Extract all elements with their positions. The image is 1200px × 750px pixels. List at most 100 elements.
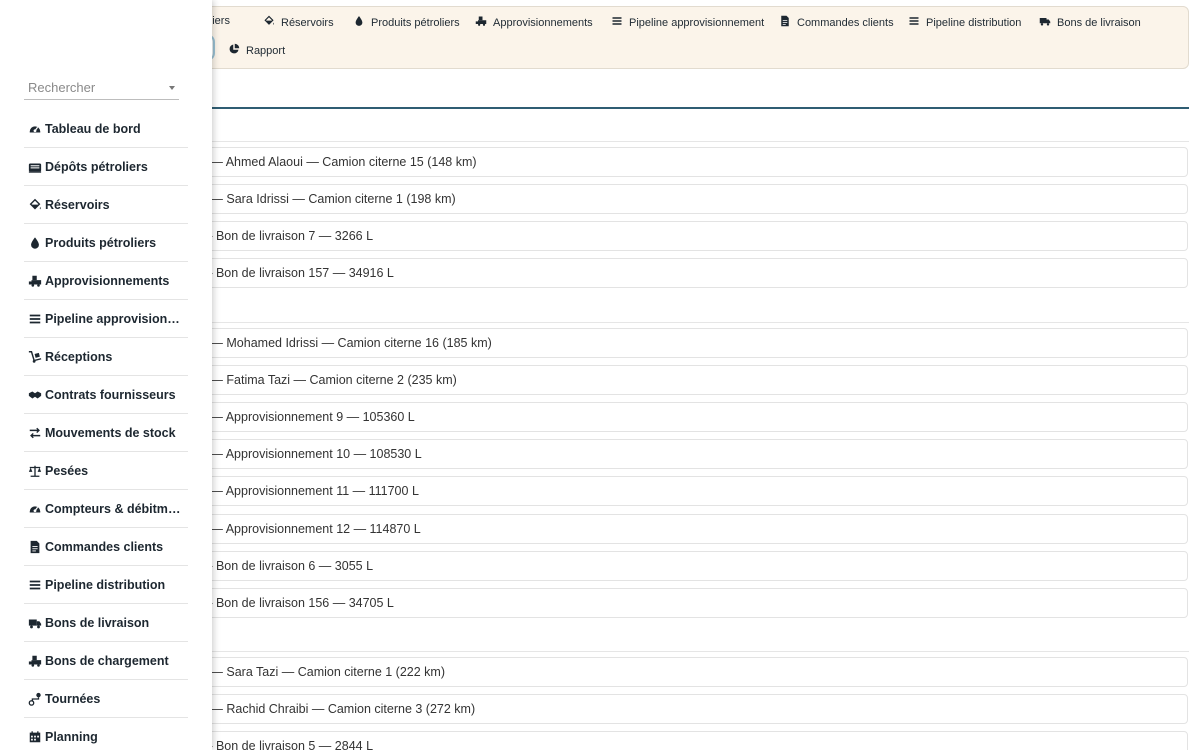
sidebar-item-1[interactable]: Dépôts pétroliers — [24, 148, 188, 186]
list-item[interactable]: 7 — Sara Tazi — Camion citerne 1 (222 km… — [150, 657, 1188, 687]
sidebar-item-label: Compteurs & débitmètres — [45, 501, 183, 516]
fuel-station-icon — [28, 160, 42, 174]
list-item-label: — Bon de livraison 6 — 3055 L — [200, 559, 374, 573]
section-title-underline — [150, 107, 1189, 109]
sidebar-item-label: Réservoirs — [45, 197, 110, 212]
bars-icon — [908, 15, 920, 30]
group-divider — [150, 322, 1189, 323]
nav-item-label: Pipeline distribution — [926, 16, 1022, 29]
sidebar-item-6[interactable]: Réceptions — [24, 338, 188, 376]
gauge-icon — [28, 502, 42, 516]
nav-item-label: Approvisionnements — [493, 16, 593, 29]
list-item[interactable]: — Bon de livraison 7 — 3266 L — [150, 221, 1188, 251]
list-item-label: 5 — Sara Idrissi — Camion citerne 1 (198… — [200, 192, 456, 206]
list-item[interactable]: — Bon de livraison 6 — 3055 L — [150, 551, 1188, 581]
list-item-label: 1 — Approvisionnement 11 — 111700 L — [200, 484, 419, 498]
handshake-icon — [28, 388, 42, 402]
sidebar-item-11[interactable]: Commandes clients — [24, 528, 188, 566]
list-item-label: 2 — Approvisionnement 12 — 114870 L — [200, 522, 421, 536]
list-item-label: 9 — Approvisionnement 9 — 105360 L — [200, 410, 415, 424]
nav-item-6[interactable]: Pipeline distribution — [908, 15, 1021, 30]
list-item[interactable]: — Bon de livraison 157 — 34916 L — [150, 258, 1188, 288]
list-item[interactable]: 6 — Fatima Tazi — Camion citerne 2 (235 … — [150, 365, 1188, 395]
truck-icon — [28, 616, 42, 630]
list-item-label: — Bon de livraison 5 — 2844 L — [200, 739, 374, 750]
sidebar-item-15[interactable]: Tournées — [24, 680, 188, 718]
truck-icon — [1039, 15, 1051, 30]
sidebar-item-4[interactable]: Approvisionnements — [24, 262, 188, 300]
nav-item-3[interactable]: Approvisionnements — [475, 15, 593, 30]
sidebar-item-label: Planning — [45, 729, 98, 744]
list-item[interactable]: 1 — Approvisionnement 11 — 111700 L — [150, 476, 1188, 506]
sidebar-item-label: Pipeline approvisionnement — [45, 311, 183, 326]
list-item[interactable]: 7 — Rachid Chraibi — Camion citerne 3 (2… — [150, 694, 1188, 724]
list-item[interactable]: 5 — Ahmed Alaoui — Camion citerne 15 (14… — [150, 147, 1188, 177]
drop-icon — [353, 15, 365, 30]
document-icon — [779, 15, 791, 30]
list-item-label: 0 — Approvisionnement 10 — 108530 L — [200, 447, 422, 461]
sidebar-item-8[interactable]: Mouvements de stock — [24, 414, 188, 452]
nav-item-2[interactable]: Produits pétroliers — [353, 15, 460, 30]
sidebar-item-0[interactable]: Tableau de bord — [24, 110, 188, 148]
sidebar-item-label: Pesées — [45, 463, 89, 478]
list-item[interactable]: 6 — Mohamed Idrissi — Camion citerne 16 … — [150, 328, 1188, 358]
list-item[interactable]: 2 — Approvisionnement 12 — 114870 L — [150, 514, 1188, 544]
nav-item-1[interactable]: Réservoirs — [263, 15, 334, 30]
nav-item-label: Produits pétroliers — [371, 16, 460, 29]
list-item[interactable]: — Bon de livraison 5 — 2844 L — [150, 731, 1188, 750]
nav-item-4[interactable]: Pipeline approvisionnement — [611, 15, 764, 30]
list-item[interactable]: 5 — Sara Idrissi — Camion citerne 1 (198… — [150, 184, 1188, 214]
sidebar-item-label: Tableau de bord — [45, 121, 141, 136]
nav-item-0[interactable]: Rapport — [228, 43, 285, 58]
sidebar-item-label: Mouvements de stock — [45, 425, 176, 440]
sidebar-item-3[interactable]: Produits pétroliers — [24, 224, 188, 262]
sidebar-item-label: Produits pétroliers — [45, 235, 157, 250]
truck-loading-icon — [28, 654, 42, 668]
nav-item-7[interactable]: Bons de livraison — [1039, 15, 1141, 30]
sidebar-item-14[interactable]: Bons de chargement — [24, 642, 188, 680]
nav-item-5[interactable]: Commandes clients — [779, 15, 894, 30]
list-item[interactable]: — Bon de livraison 156 — 34705 L — [150, 588, 1188, 618]
list-item-label: — Bon de livraison 7 — 3266 L — [200, 229, 374, 243]
nav-item-label: Pipeline approvisionnement — [629, 16, 765, 29]
search-select[interactable]: Rechercher — [24, 76, 179, 100]
nav-item-label: Commandes clients — [797, 16, 894, 29]
bars-icon — [28, 578, 42, 592]
drop-icon — [28, 236, 42, 250]
list-item[interactable]: 9 — Approvisionnement 9 — 105360 L — [150, 402, 1188, 432]
list-item-label: 5 — Ahmed Alaoui — Camion citerne 15 (14… — [200, 155, 477, 169]
sidebar-item-label: Pipeline distribution — [45, 577, 166, 592]
sidebar-item-16[interactable]: Planning — [24, 718, 188, 750]
nav-item-label: Rapport — [246, 44, 286, 57]
search-placeholder: Rechercher — [28, 80, 96, 95]
bars-icon — [611, 15, 623, 30]
sidebar-item-13[interactable]: Bons de livraison — [24, 604, 188, 642]
sidebar-item-2[interactable]: Réservoirs — [24, 186, 188, 224]
sidebar-item-label: Dépôts pétroliers — [45, 159, 148, 174]
list-item-label: 6 — Fatima Tazi — Camion citerne 2 (235 … — [200, 373, 457, 387]
sidebar-drawer: Rechercher Tableau de bord Dépôts pétroli… — [0, 0, 212, 750]
group-divider — [150, 651, 1189, 652]
arrows-exchange-icon — [28, 426, 42, 440]
pie-chart-icon — [228, 43, 240, 58]
sidebar-item-label: Réceptions — [45, 349, 113, 364]
sidebar-item-9[interactable]: Pesées — [24, 452, 188, 490]
list-item-label: — Bon de livraison 157 — 34916 L — [200, 266, 394, 280]
group-divider — [150, 141, 1189, 142]
gauge-icon — [28, 122, 42, 136]
list-item-label: 7 — Sara Tazi — Camion citerne 1 (222 km… — [200, 665, 446, 679]
sidebar-item-label: Tournées — [45, 691, 101, 706]
sidebar-item-12[interactable]: Pipeline distribution — [24, 566, 188, 604]
scale-icon — [28, 464, 42, 478]
sidebar-item-label: Contrats fournisseurs — [45, 387, 176, 402]
sidebar-item-10[interactable]: Compteurs & débitmètres — [24, 490, 188, 528]
sidebar-item-7[interactable]: Contrats fournisseurs — [24, 376, 188, 414]
document-icon — [28, 540, 42, 554]
sidebar-item-label: Approvisionnements — [45, 273, 170, 288]
route-icon — [28, 692, 42, 706]
sidebar-item-5[interactable]: Pipeline approvisionnement — [24, 300, 188, 338]
list-item[interactable]: 0 — Approvisionnement 10 — 108530 L — [150, 439, 1188, 469]
calendar-icon — [28, 730, 42, 744]
chevron-down-icon — [169, 85, 175, 90]
fill-bucket-icon — [28, 198, 42, 212]
